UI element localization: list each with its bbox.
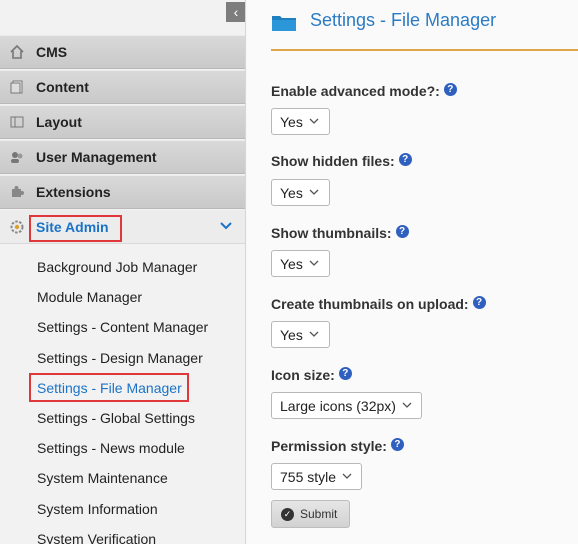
field-label-advanced-mode: Enable advanced mode?:? — [271, 83, 457, 99]
submenu-item-news-module[interactable]: Settings - News module — [37, 440, 185, 456]
field-label-permission-style: Permission style:? — [271, 438, 404, 454]
field-label-icon-size: Icon size:? — [271, 367, 352, 383]
users-icon — [6, 146, 28, 168]
select-value: Large icons (32px) — [280, 397, 396, 414]
chevron-left-icon[interactable]: ‹ — [226, 2, 245, 22]
field-label-hidden-files: Show hidden files:? — [271, 153, 412, 169]
select-value: Yes — [280, 184, 303, 201]
nav-item-cms[interactable]: CMS — [0, 35, 245, 69]
select-value: Yes — [280, 113, 303, 130]
permission-style-select[interactable]: 755 style — [271, 463, 362, 490]
nav-label: User Management — [36, 149, 157, 165]
thumbnails-select[interactable]: Yes — [271, 250, 330, 277]
field-label-thumbnails: Show thumbnails:? — [271, 225, 409, 241]
puzzle-icon — [6, 181, 28, 203]
select-value: 755 style — [280, 468, 337, 485]
label-text: Create thumbnails on upload: — [271, 296, 469, 312]
nav-label: Layout — [36, 114, 82, 130]
nav-item-content[interactable]: Content — [0, 70, 245, 104]
chevron-down-icon — [309, 258, 319, 269]
label-text: Permission style: — [271, 438, 387, 454]
home-icon — [6, 41, 28, 63]
highlight-box — [29, 373, 189, 402]
nav-item-extensions[interactable]: Extensions — [0, 175, 245, 209]
chevron-down-icon[interactable] — [220, 219, 232, 233]
submenu-item-system-maintenance[interactable]: System Maintenance — [37, 470, 168, 486]
submenu-item-content-manager[interactable]: Settings - Content Manager — [37, 319, 208, 335]
page-title: Settings - File Manager — [310, 10, 497, 30]
icon-size-select[interactable]: Large icons (32px) — [271, 392, 422, 419]
label-text: Show hidden files: — [271, 153, 395, 169]
check-icon: ✓ — [281, 507, 294, 521]
thumbnails-on-upload-select[interactable]: Yes — [271, 321, 330, 348]
help-icon[interactable]: ? — [472, 296, 486, 309]
submenu-item-global-settings[interactable]: Settings - Global Settings — [37, 410, 195, 426]
select-value: Yes — [280, 255, 303, 272]
help-icon[interactable]: ? — [390, 438, 404, 451]
chevron-down-icon — [342, 471, 352, 482]
nav-label: Content — [36, 79, 89, 95]
submenu-item-design-manager[interactable]: Settings - Design Manager — [37, 350, 203, 366]
nav-item-user-management[interactable]: User Management — [0, 140, 245, 174]
help-icon[interactable]: ? — [398, 153, 412, 166]
submit-label: Submit — [300, 507, 338, 521]
label-text: Show thumbnails: — [271, 225, 392, 241]
label-text: Icon size: — [271, 367, 335, 383]
submenu-item-background-job-manager[interactable]: Background Job Manager — [37, 259, 197, 275]
nav-label: CMS — [36, 44, 68, 60]
folder-icon — [271, 12, 297, 32]
submenu-item-system-information[interactable]: System Information — [37, 501, 158, 517]
layout-icon — [6, 111, 28, 133]
help-icon[interactable]: ? — [443, 83, 457, 96]
highlight-box — [29, 215, 122, 242]
chevron-down-icon — [309, 187, 319, 198]
help-icon[interactable]: ? — [395, 225, 409, 238]
main-panel: Settings - File Manager Enable advanced … — [247, 0, 578, 544]
nav-item-layout[interactable]: Layout — [0, 105, 245, 139]
chevron-down-icon — [309, 116, 319, 127]
document-icon — [6, 76, 28, 98]
submenu-item-module-manager[interactable]: Module Manager — [37, 289, 142, 305]
field-label-thumbnails-on-upload: Create thumbnails on upload:? — [271, 296, 486, 312]
hidden-files-select[interactable]: Yes — [271, 179, 330, 206]
chevron-down-icon — [309, 329, 319, 340]
title-divider — [271, 49, 578, 51]
chevron-down-icon — [402, 400, 412, 411]
label-text: Enable advanced mode?: — [271, 83, 440, 99]
advanced-mode-select[interactable]: Yes — [271, 108, 330, 135]
submenu-item-system-verification[interactable]: System Verification — [37, 531, 156, 544]
sidebar: ‹ CMS Content Layout User Management Ext… — [0, 0, 246, 544]
gear-icon — [6, 216, 28, 238]
nav-label: Extensions — [36, 184, 111, 200]
submit-button[interactable]: ✓ Submit — [271, 500, 350, 528]
help-icon[interactable]: ? — [338, 367, 352, 380]
select-value: Yes — [280, 326, 303, 343]
